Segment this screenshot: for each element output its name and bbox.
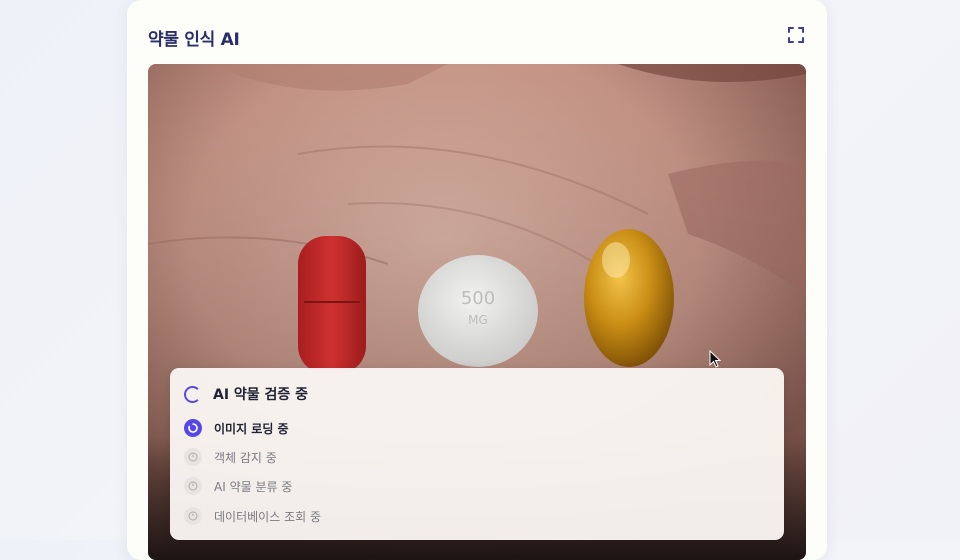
step-item-ai-classification: AI 약물 분류 중 — [184, 476, 292, 496]
step-label: 데이터베이스 조회 중 — [214, 509, 321, 524]
step-item-image-loading: 이미지 로딩 중 — [184, 418, 289, 438]
step-label: 객체 감지 중 — [214, 450, 277, 465]
mouse-cursor-icon — [709, 350, 721, 368]
drug-recognition-card: 약물 인식 AI 500 MG AI 약물 검증 중 이미지 로딩 중 객체 감… — [127, 0, 827, 560]
verification-status-panel: AI 약물 검증 중 이미지 로딩 중 객체 감지 중 AI 약물 분류 중 데 — [170, 368, 784, 540]
expand-icon[interactable] — [787, 26, 805, 44]
pill-imprint-bottom: MG — [468, 313, 488, 327]
step-item-object-detection: 객체 감지 중 — [184, 447, 277, 467]
step-label: AI 약물 분류 중 — [214, 479, 293, 494]
clock-icon — [184, 477, 202, 495]
clock-icon — [184, 507, 202, 525]
loading-icon — [184, 419, 202, 437]
panel-title: AI 약물 검증 중 — [213, 387, 309, 403]
pill-imprint-top: 500 — [461, 288, 495, 309]
clock-icon — [184, 448, 202, 466]
spinner-icon — [184, 385, 201, 403]
card-title: 약물 인식 AI — [148, 30, 240, 50]
step-label: 이미지 로딩 중 — [214, 421, 289, 436]
step-item-database-lookup: 데이터베이스 조회 중 — [184, 506, 321, 526]
